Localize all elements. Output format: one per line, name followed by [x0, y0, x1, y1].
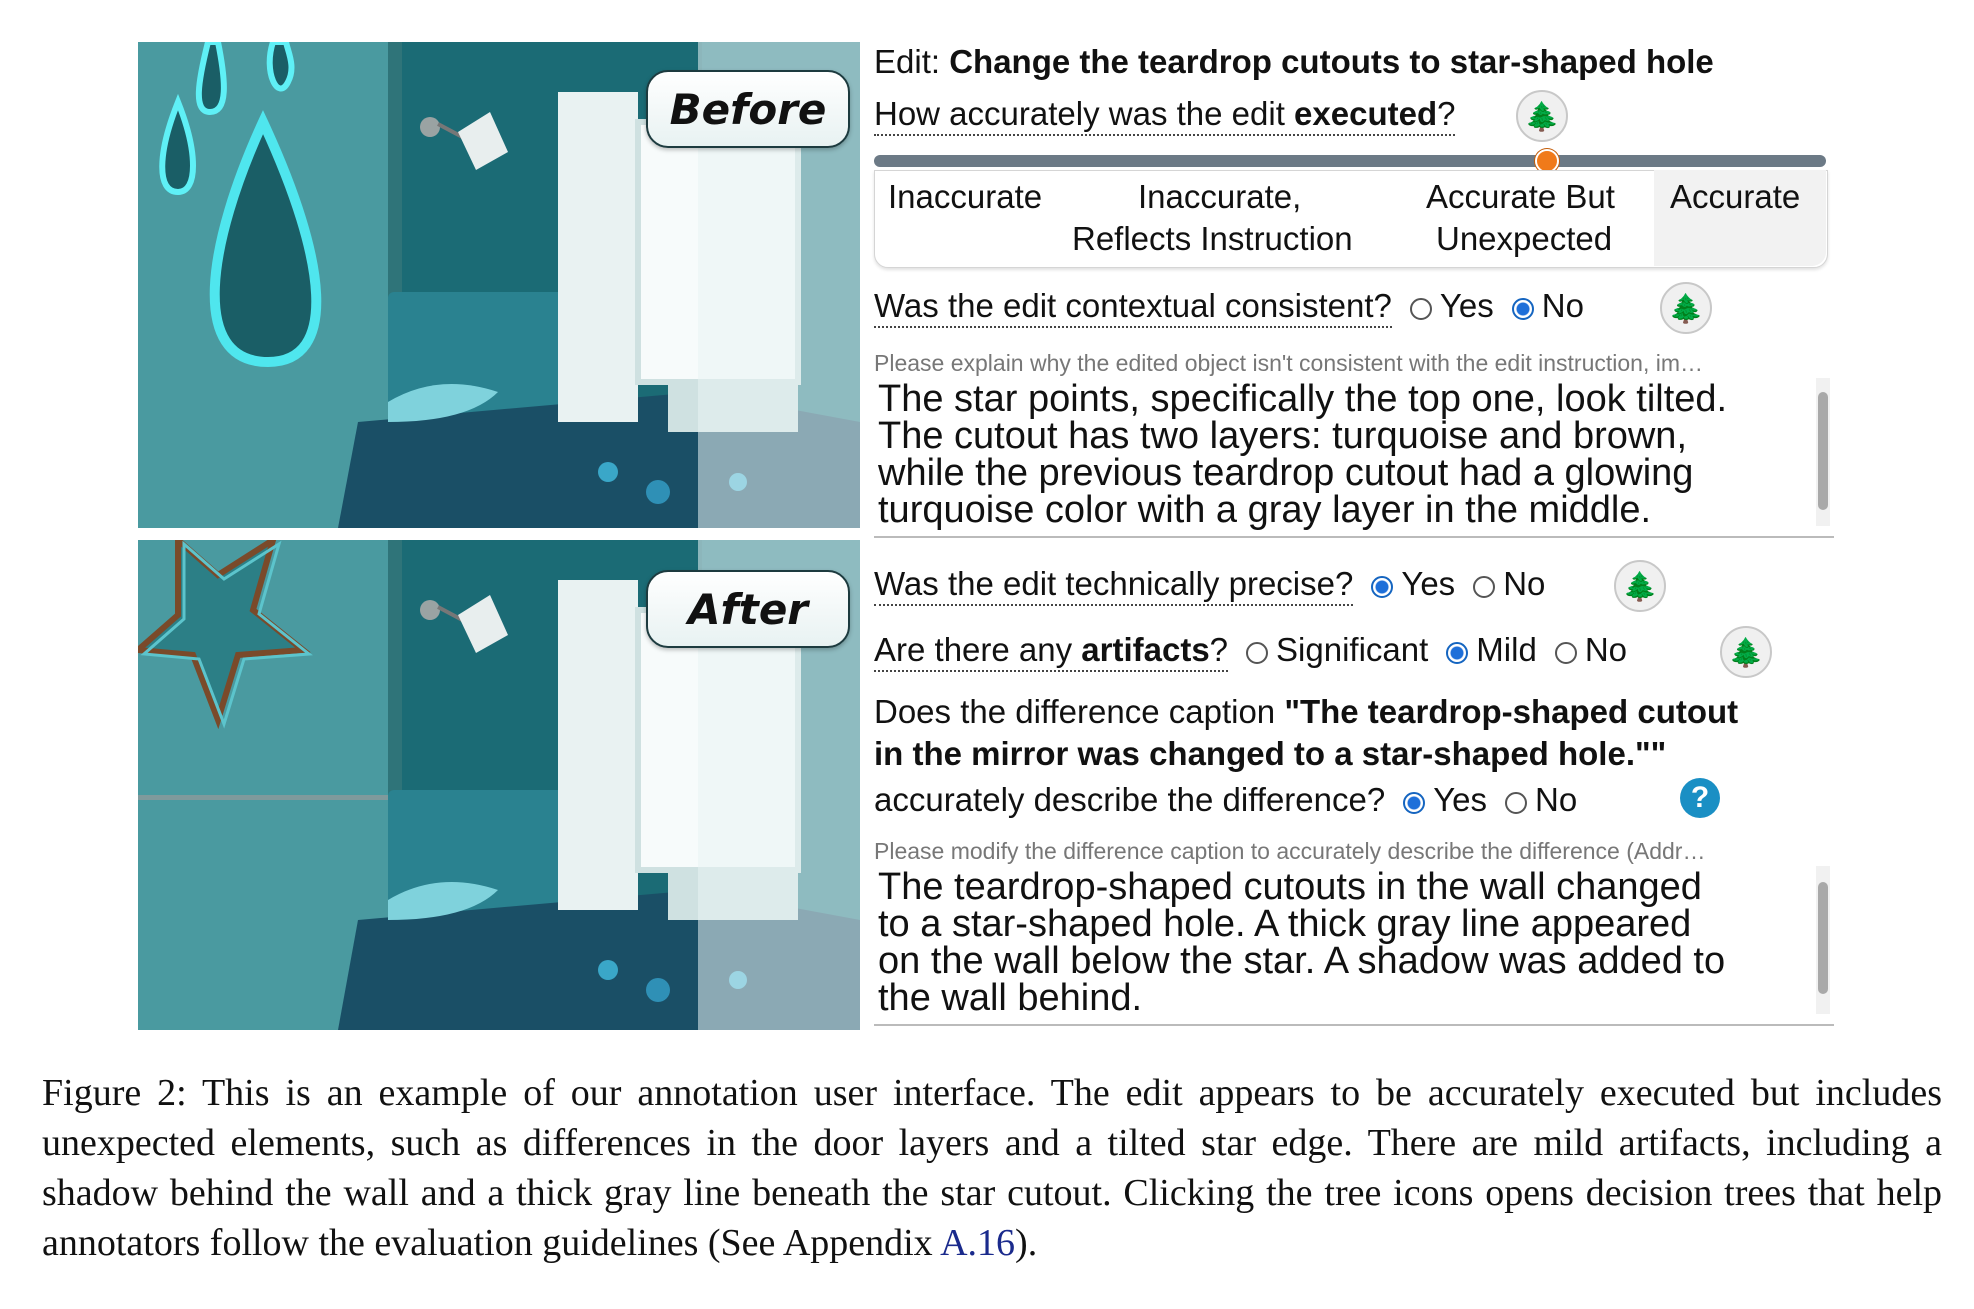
caption-yes-radio[interactable] [1403, 792, 1426, 814]
textarea-line: on the wall below the star. A shadow was… [878, 940, 1726, 982]
caption-question-text: Does the difference caption [874, 693, 1285, 730]
artifacts-mild-label: Mild [1476, 631, 1537, 668]
scale-option-inaccurate[interactable]: Inaccurate [888, 176, 1042, 218]
precise-question: Was the edit technically precise? Yes No [874, 564, 1546, 606]
caption-question-line3: accurately describe the difference? Yes No [874, 780, 1577, 820]
caption-quote-line1: "The teardrop-shaped cutout [1284, 693, 1739, 730]
precise-no-radio[interactable] [1473, 576, 1496, 598]
precise-yes-label: Yes [1401, 565, 1456, 602]
artifacts-question-text: Are there any [874, 631, 1082, 668]
accuracy-question-bold: executed [1294, 95, 1438, 132]
accuracy-question-text: How accurately was the edit [874, 95, 1295, 132]
textarea-line: turquoise color with a gray layer in the… [878, 489, 1652, 531]
precise-question-text: Was the edit technically precise? [874, 565, 1354, 606]
scale-option-unexpected-line2[interactable]: Unexpected [1436, 218, 1612, 260]
context-explain-textarea[interactable]: The star points, specifically the top on… [878, 378, 1728, 531]
before-image: Before [138, 42, 860, 528]
textarea-line: The star points, specifically the top on… [878, 378, 1728, 420]
caption-modify-placeholder: Please modify the difference caption to … [874, 838, 1706, 864]
textarea-line: to a star-shaped hole. A thick gray line… [878, 903, 1692, 945]
caption-no-radio[interactable] [1505, 792, 1528, 814]
after-label: After [646, 570, 850, 648]
after-image: After [138, 540, 860, 1030]
artifacts-mild-radio[interactable] [1446, 642, 1469, 664]
artifacts-significant-radio[interactable] [1246, 642, 1269, 664]
tree-icon[interactable]: 🌲 [1614, 560, 1666, 612]
context-yes-label: Yes [1439, 287, 1494, 324]
caption-quote-line2: in the mirror was changed to a star-shap… [874, 735, 1667, 772]
scale-option-reflects-line1[interactable]: Inaccurate, [1138, 176, 1301, 218]
artifacts-significant-label: Significant [1276, 631, 1429, 668]
tree-icon[interactable]: 🌲 [1516, 90, 1568, 142]
figure-caption: Figure 2: This is an example of our anno… [42, 1068, 1942, 1268]
caption-yes-label: Yes [1433, 781, 1488, 818]
accuracy-question: How accurately was the edit executed? [874, 94, 1456, 136]
context-textarea-scrollbar[interactable] [1816, 378, 1830, 526]
edit-prefix: Edit: [874, 43, 950, 80]
artifacts-question: Are there any artifacts? Significant Mild N… [874, 630, 1627, 672]
textarea-line: The cutout has two layers: turquoise and… [878, 415, 1688, 457]
tree-icon[interactable]: 🌲 [1660, 282, 1712, 334]
tree-icon[interactable]: 🌲 [1720, 626, 1772, 678]
scale-option-accurate[interactable]: Accurate [1670, 176, 1800, 218]
edit-instruction: Edit: Change the teardrop cutouts to sta… [874, 42, 1714, 82]
textarea-line: The teardrop-shaped cutouts in the wall … [878, 866, 1702, 908]
precise-no-label: No [1503, 565, 1546, 602]
caption-question-end: accurately describe the difference? [874, 781, 1386, 818]
before-label: Before [646, 70, 850, 148]
caption-textarea-scrollbar[interactable] [1816, 866, 1830, 1014]
edit-text: Change the teardrop cutouts to star-shap… [949, 43, 1714, 80]
context-question-text: Was the edit contextual consistent? [874, 287, 1392, 328]
scale-option-unexpected-line1[interactable]: Accurate But [1426, 176, 1615, 218]
context-explain-placeholder: Please explain why the edited object isn… [874, 350, 1703, 376]
appendix-link[interactable]: A.16 [940, 1222, 1015, 1264]
artifacts-no-radio[interactable] [1554, 642, 1577, 664]
artifacts-question-end: ? [1209, 631, 1229, 668]
caption-question-line1: Does the difference caption "The teardro… [874, 692, 1738, 732]
caption-modify-textarea[interactable]: The teardrop-shaped cutouts in the wall … [878, 866, 1726, 1019]
context-no-radio[interactable] [1511, 298, 1534, 320]
artifacts-question-bold: artifacts [1081, 631, 1210, 668]
divider [874, 1024, 1834, 1026]
accuracy-slider-track[interactable] [874, 155, 1826, 167]
accuracy-question-end: ? [1437, 95, 1456, 132]
context-question: Was the edit contextual consistent? Yes No [874, 286, 1584, 328]
scale-option-reflects-line2[interactable]: Reflects Instruction [1072, 218, 1353, 260]
help-icon[interactable]: ? [1680, 778, 1720, 818]
context-no-label: No [1541, 287, 1584, 324]
precise-yes-radio[interactable] [1371, 576, 1394, 598]
textarea-line: while the previous teardrop cutout had a… [878, 452, 1694, 494]
textarea-line: the wall behind. [878, 977, 1143, 1019]
figure-caption-end: ). [1015, 1222, 1038, 1264]
caption-no-label: No [1535, 781, 1578, 818]
divider [874, 536, 1834, 538]
artifacts-no-label: No [1584, 631, 1627, 668]
context-yes-radio[interactable] [1409, 298, 1432, 320]
